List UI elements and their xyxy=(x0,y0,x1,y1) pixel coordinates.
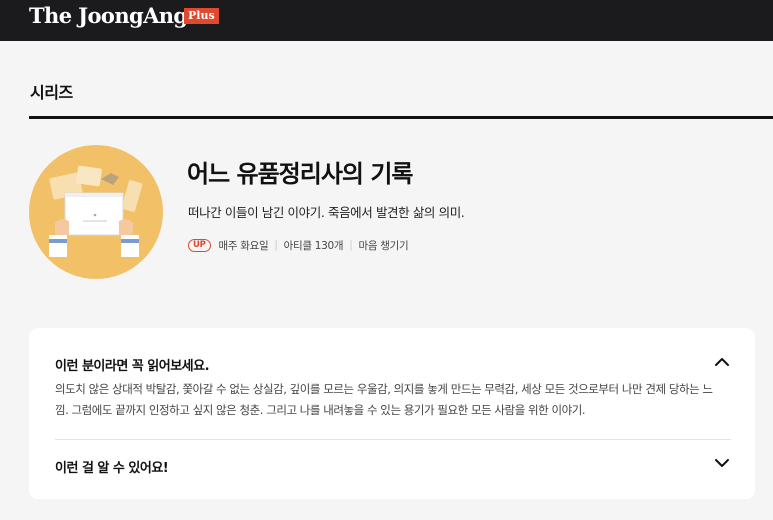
info-card: 이런 분이라면 꼭 읽어보세요. 의도치 않은 상대적 박탈감, 쫓아갈 수 없… xyxy=(29,328,755,499)
accordion-body-recommended: 의도치 않은 상대적 박탈감, 쫓아갈 수 없는 상실감, 깊이를 모르는 우울… xyxy=(55,382,713,417)
category-label[interactable]: 마음 챙기기 xyxy=(359,238,409,253)
plus-badge[interactable]: Plus xyxy=(184,8,219,24)
series-title: 어느 유품정리사의 기록 xyxy=(187,160,414,188)
hands-holding-box-illustration xyxy=(49,165,143,257)
section-divider xyxy=(29,116,773,119)
chevron-down-icon[interactable] xyxy=(712,453,732,473)
series-meta: UP 매주 화요일 | 아티클 130개 | 마음 챙기기 xyxy=(188,237,409,253)
article-count: 아티클 130개 xyxy=(283,239,344,252)
accordion-heading-learn[interactable]: 이런 걸 알 수 있어요! xyxy=(55,457,169,476)
top-navigation-bar: The JoongAng Plus xyxy=(0,0,773,41)
accordion-divider xyxy=(55,439,731,440)
section-title: 시리즈 xyxy=(30,83,73,102)
schedule-label: 매주 화요일 xyxy=(218,239,269,252)
meta-separator: | xyxy=(349,239,353,251)
meta-separator: | xyxy=(274,239,278,251)
accordion-heading-recommended[interactable]: 이런 분이라면 꼭 읽어보세요. xyxy=(55,355,210,374)
series-thumbnail[interactable] xyxy=(29,145,163,279)
chevron-up-icon[interactable] xyxy=(712,352,732,372)
logo[interactable]: The JoongAng xyxy=(29,3,188,28)
series-description: 떠나간 이들이 남긴 이야기. 죽음에서 발견한 삶의 의미. xyxy=(188,205,465,220)
up-badge: UP xyxy=(188,238,211,252)
